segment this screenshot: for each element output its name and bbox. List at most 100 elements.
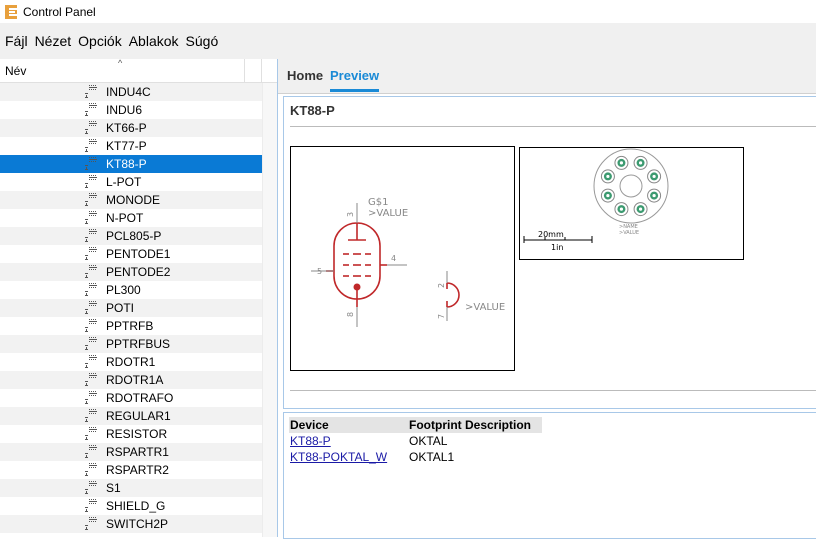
list-item[interactable]: RESISTOR xyxy=(0,425,262,443)
menu-view[interactable]: Nézet xyxy=(31,33,75,49)
table-row: KT88-POKTAL_W OKTAL1 xyxy=(289,449,542,465)
list-item-label: PENTODE1 xyxy=(106,247,171,261)
device-icon xyxy=(84,480,100,496)
list-item[interactable]: S1 xyxy=(0,479,262,497)
symbol-name-label: G$1 xyxy=(368,197,388,208)
device-icon xyxy=(84,210,100,226)
tab-preview[interactable]: Preview xyxy=(330,68,380,92)
list-item[interactable]: N-POT xyxy=(0,209,262,227)
title-bar: Control Panel xyxy=(0,0,816,23)
list-item[interactable]: SWITCH2P xyxy=(0,515,262,533)
device-icon xyxy=(84,228,100,244)
list-item[interactable]: POTI xyxy=(0,299,262,317)
column-header-extra[interactable] xyxy=(245,59,262,82)
device-icon xyxy=(84,498,100,514)
divider-bottom xyxy=(290,390,816,391)
device-icon xyxy=(84,318,100,334)
divider xyxy=(290,126,816,127)
device-table-pane: Device Footprint Description KT88-P OKTA… xyxy=(283,412,816,539)
device-cell: KT88-P xyxy=(289,433,408,449)
column-header-label: Név xyxy=(5,64,27,78)
device-icon xyxy=(84,408,100,424)
tab-home[interactable]: Home xyxy=(287,68,323,83)
list-item[interactable]: PPTRFB xyxy=(0,317,262,335)
list-item[interactable]: MONODE xyxy=(0,191,262,209)
list-item-label: INDU6 xyxy=(106,103,143,117)
library-tree-panel: ^ Név INDU4C INDU6 KT66-P KT77-P KT88-P L-POT… xyxy=(0,59,278,537)
menu-bar: Fájl Nézet Opciók Ablakok Súgó xyxy=(0,23,816,60)
device-icon xyxy=(84,102,100,118)
list-item-label: RDOTRAFO xyxy=(106,391,174,405)
list-item[interactable]: PENTODE2 xyxy=(0,263,262,281)
device-icon xyxy=(84,174,100,190)
menu-options[interactable]: Opciók xyxy=(74,33,125,49)
device-list: INDU4C INDU6 KT66-P KT77-P KT88-P L-POT MONODE… xyxy=(0,83,262,533)
symbol-value-label-2: >VALUE xyxy=(465,302,505,313)
footprint-pad-hole xyxy=(638,161,643,165)
preview-title: KT88-P xyxy=(290,103,335,118)
window-title: Control Panel xyxy=(23,4,96,19)
footprint-pad-hole xyxy=(619,207,624,211)
device-link[interactable]: KT88-P xyxy=(290,434,331,448)
device-icon xyxy=(84,138,100,154)
menu-windows[interactable]: Ablakok xyxy=(125,33,182,49)
header-footprint-description: Footprint Description xyxy=(408,417,542,433)
footprint-pad-hole xyxy=(606,174,610,179)
list-item-label: PPTRFBUS xyxy=(106,337,171,351)
list-item[interactable]: PENTODE1 xyxy=(0,245,262,263)
list-item-label: N-POT xyxy=(106,211,144,225)
device-icon xyxy=(84,354,100,370)
pin-label-2: 2 xyxy=(437,283,446,288)
list-item[interactable]: INDU4C xyxy=(0,83,262,101)
list-item[interactable]: KT66-P xyxy=(0,119,262,137)
list-item[interactable]: RDOTR1A xyxy=(0,371,262,389)
column-header-name[interactable]: ^ Név xyxy=(0,59,245,82)
list-item-label: RSPARTR2 xyxy=(106,463,169,477)
pin-label-4: 4 xyxy=(391,254,396,263)
device-table: Device Footprint Description KT88-P OKTA… xyxy=(289,417,542,465)
menu-file[interactable]: Fájl xyxy=(0,33,31,49)
list-item-label: SWITCH2P xyxy=(106,517,169,531)
device-icon xyxy=(84,390,100,406)
footprint-cell: OKTAL xyxy=(409,434,448,448)
footprint-preview: >NAME >VALUE 20mm 1in xyxy=(519,147,744,260)
list-item[interactable]: RDOTR1 xyxy=(0,353,262,371)
vertical-scrollbar[interactable] xyxy=(262,83,277,537)
table-header-row: Device Footprint Description xyxy=(289,417,542,433)
device-icon xyxy=(84,264,100,280)
sort-ascending-icon: ^ xyxy=(118,59,123,68)
list-item-label: L-POT xyxy=(106,175,142,189)
list-header: ^ Név xyxy=(0,59,277,83)
list-item-label: MONODE xyxy=(106,193,160,207)
device-cell: KT88-POKTAL_W xyxy=(289,449,408,465)
eagle-app-icon xyxy=(5,4,17,19)
list-item-label: RSPARTR1 xyxy=(106,445,169,459)
device-icon xyxy=(84,516,100,532)
footprint-pad-hole xyxy=(652,174,656,179)
list-item-label: SHIELD_G xyxy=(106,499,166,513)
list-item[interactable]: PPTRFBUS xyxy=(0,335,262,353)
list-item[interactable]: L-POT xyxy=(0,173,262,191)
list-item[interactable]: RDOTRAFO xyxy=(0,389,262,407)
list-item-label: KT88-P xyxy=(106,157,147,171)
octal-footprint-drawing: >NAME >VALUE 20mm 1in xyxy=(523,148,669,252)
list-item[interactable]: RSPARTR2 xyxy=(0,461,262,479)
list-item[interactable]: KT88-P xyxy=(0,155,262,173)
list-item[interactable]: PL300 xyxy=(0,281,262,299)
vacuum-tube-symbol: G$1 >VALUE >VALUE 4 5 3 8 2 7 xyxy=(311,197,505,327)
list-item[interactable]: REGULAR1 xyxy=(0,407,262,425)
list-item[interactable]: SHIELD_G xyxy=(0,497,262,515)
footprint-pad-hole xyxy=(652,193,656,198)
device-icon xyxy=(84,156,100,172)
list-item-label: PENTODE2 xyxy=(106,265,171,279)
device-icon xyxy=(84,282,100,298)
pin-label-7: 7 xyxy=(437,314,446,319)
list-item[interactable]: PCL805-P xyxy=(0,227,262,245)
list-item-label: S1 xyxy=(106,481,121,495)
table-row: KT88-P OKTAL xyxy=(289,433,542,449)
device-link[interactable]: KT88-POKTAL_W xyxy=(290,450,387,464)
list-item[interactable]: RSPARTR1 xyxy=(0,443,262,461)
list-item[interactable]: KT77-P xyxy=(0,137,262,155)
list-item[interactable]: INDU6 xyxy=(0,101,262,119)
menu-help[interactable]: Súgó xyxy=(182,33,222,49)
